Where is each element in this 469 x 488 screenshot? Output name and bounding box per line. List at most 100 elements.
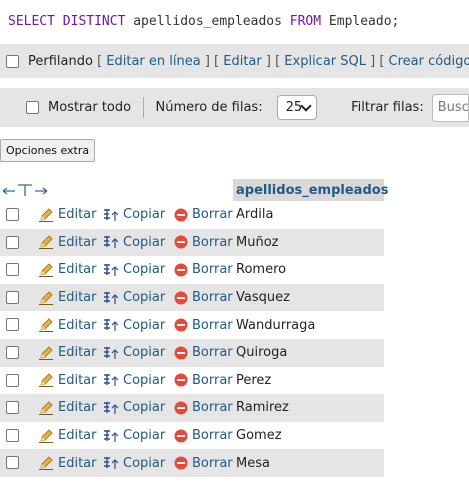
- column-arrows-icon[interactable]: [0, 179, 233, 201]
- delete-row-button[interactable]: Borrar: [174, 400, 233, 415]
- table-row: Editar Copiar Borrar Gomez: [0, 421, 384, 450]
- copy-row-button[interactable]: Copiar: [103, 373, 165, 388]
- copy-icon: [103, 401, 119, 415]
- delete-row-button[interactable]: Borrar: [174, 235, 233, 250]
- edit-row-button[interactable]: Editar: [38, 262, 97, 277]
- row-checkbox[interactable]: [6, 318, 19, 332]
- delete-icon: [174, 373, 188, 387]
- apellido-cell: Gomez: [236, 428, 282, 444]
- edit-link[interactable]: Editar: [223, 54, 262, 69]
- copy-label: Copiar: [123, 207, 166, 223]
- create-php-link[interactable]: Crear código PHP: [389, 54, 469, 69]
- navigation-toolbar: Mostrar todo Número de filas: 25 Filtrar…: [0, 88, 469, 127]
- pencil-icon: [38, 263, 54, 277]
- edit-label: Editar: [58, 428, 97, 444]
- edit-label: Editar: [58, 290, 97, 306]
- copy-row-button[interactable]: Copiar: [103, 428, 165, 443]
- apellido-cell: Quiroga: [236, 345, 288, 361]
- delete-row-button[interactable]: Borrar: [174, 290, 233, 305]
- row-checkbox[interactable]: [6, 456, 19, 470]
- delete-label: Borrar: [192, 372, 233, 388]
- row-checkbox[interactable]: [6, 428, 19, 442]
- copy-label: Copiar: [123, 234, 166, 250]
- delete-row-button[interactable]: Borrar: [174, 262, 233, 277]
- delete-icon: [174, 263, 188, 277]
- copy-icon: [103, 263, 119, 277]
- arrows-glyph-icon: [2, 184, 48, 196]
- copy-icon: [103, 346, 119, 360]
- row-checkbox[interactable]: [6, 263, 19, 277]
- edit-row-button[interactable]: Editar: [38, 345, 97, 360]
- show-all-label: Mostrar todo: [48, 100, 132, 115]
- edit-row-button[interactable]: Editar: [38, 207, 97, 222]
- edit-label: Editar: [58, 455, 97, 471]
- copy-label: Copiar: [123, 455, 166, 471]
- delete-row-button[interactable]: Borrar: [174, 373, 233, 388]
- row-checkbox[interactable]: [6, 401, 19, 415]
- show-all-checkbox[interactable]: [26, 101, 39, 114]
- edit-row-button[interactable]: Editar: [38, 235, 97, 250]
- copy-row-button[interactable]: Copiar: [103, 235, 165, 250]
- edit-row-button[interactable]: Editar: [38, 290, 97, 305]
- copy-icon: [103, 208, 119, 222]
- delete-row-button[interactable]: Borrar: [174, 345, 233, 360]
- edit-label: Editar: [58, 234, 97, 250]
- apellido-cell: Perez: [236, 372, 272, 388]
- rows-count-label: Número de filas:: [155, 100, 263, 115]
- delete-row-button[interactable]: Borrar: [174, 318, 233, 333]
- copy-row-button[interactable]: Copiar: [103, 456, 165, 471]
- copy-label: Copiar: [123, 428, 166, 444]
- row-checkbox[interactable]: [6, 345, 19, 359]
- table-row: Editar Copiar Borrar Ramirez: [0, 394, 384, 422]
- delete-row-button[interactable]: Borrar: [174, 456, 233, 471]
- delete-icon: [174, 456, 188, 470]
- edit-row-button[interactable]: Editar: [38, 428, 97, 443]
- edit-row-button[interactable]: Editar: [38, 456, 97, 471]
- pencil-icon: [38, 401, 54, 415]
- edit-label: Editar: [58, 345, 97, 361]
- pencil-icon: [38, 456, 54, 471]
- row-checkbox[interactable]: [6, 290, 19, 304]
- row-checkbox[interactable]: [6, 235, 19, 249]
- copy-row-button[interactable]: Copiar: [103, 318, 165, 333]
- copy-row-button[interactable]: Copiar: [103, 290, 165, 305]
- copy-icon: [103, 291, 119, 305]
- copy-row-button[interactable]: Copiar: [103, 262, 165, 277]
- apellido-cell: Muñoz: [236, 234, 279, 250]
- apellido-cell: Mesa: [236, 455, 270, 471]
- delete-row-button[interactable]: Borrar: [174, 207, 233, 222]
- copy-label: Copiar: [123, 317, 166, 333]
- rows-count-select[interactable]: 25: [276, 95, 318, 120]
- extra-options-button[interactable]: Opciones extra: [0, 139, 96, 162]
- copy-row-button[interactable]: Copiar: [103, 345, 165, 360]
- table-row: Editar Copiar Borrar Ardila: [0, 201, 384, 229]
- copy-row-button[interactable]: Copiar: [103, 207, 165, 222]
- edit-label: Editar: [58, 207, 97, 223]
- delete-row-button[interactable]: Borrar: [174, 428, 233, 443]
- delete-label: Borrar: [192, 234, 233, 250]
- delete-label: Borrar: [192, 455, 233, 471]
- delete-label: Borrar: [192, 400, 233, 416]
- apellido-cell: Vasquez: [236, 290, 290, 306]
- row-checkbox[interactable]: [6, 208, 19, 221]
- pencil-icon: [38, 346, 54, 360]
- copy-row-button[interactable]: Copiar: [103, 400, 165, 415]
- edit-row-button[interactable]: Editar: [38, 373, 97, 388]
- sql-query-display: SELECT DISTINCT apellidos_empleados FROM…: [0, 0, 469, 42]
- pencil-icon: [38, 318, 54, 333]
- row-checkbox[interactable]: [6, 373, 19, 387]
- column-header-apellidos[interactable]: apellidos_empleados: [233, 179, 388, 201]
- edit-row-button[interactable]: Editar: [38, 318, 97, 333]
- rows-count-value: 25: [285, 100, 303, 115]
- copy-icon: [103, 235, 119, 249]
- apellido-cell: Ramirez: [236, 400, 289, 416]
- explain-sql-link[interactable]: Explicar SQL: [284, 54, 366, 69]
- sql-table: Empleado;: [328, 14, 400, 29]
- edit-label: Editar: [58, 262, 97, 278]
- profiling-checkbox[interactable]: [6, 54, 19, 68]
- inline-edit-link[interactable]: Editar en línea: [106, 54, 200, 69]
- filter-rows-input[interactable]: Buscar e: [431, 93, 469, 122]
- table-row: Editar Copiar Borrar Perez: [0, 366, 384, 395]
- sql-columns: apellidos_empleados: [133, 14, 282, 29]
- edit-row-button[interactable]: Editar: [38, 400, 97, 415]
